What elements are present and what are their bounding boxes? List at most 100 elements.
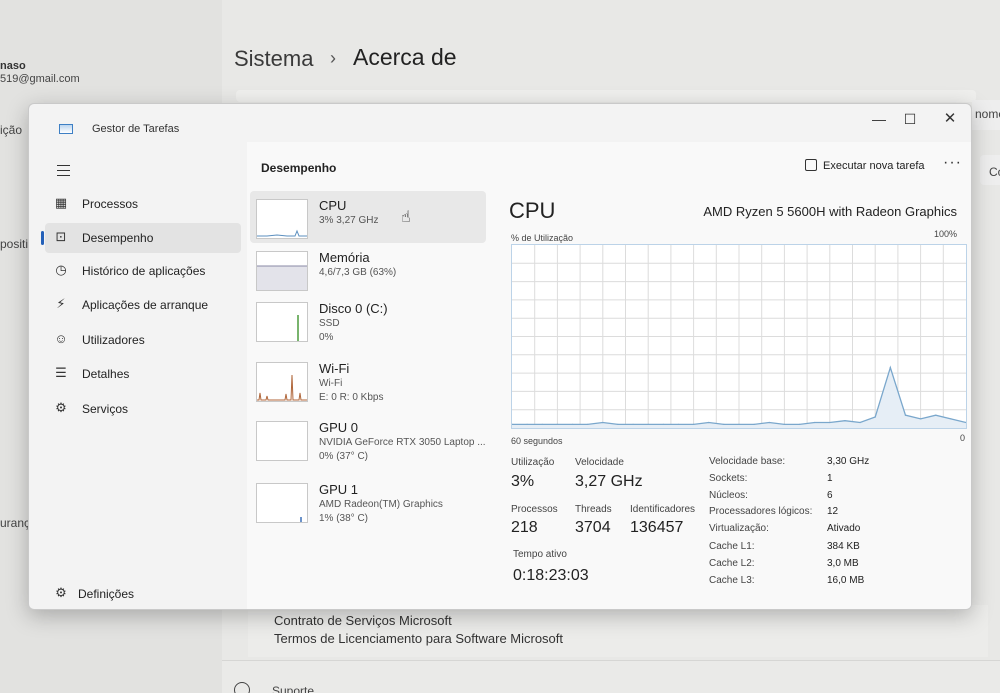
cpu-data-point <box>768 421 770 424</box>
resource-item-memory[interactable]: Memória 4,6/7,3 GB (63%) <box>250 243 486 295</box>
handles-label: Identificadores <box>630 504 696 515</box>
task-manager-app-icon <box>59 124 73 134</box>
resource-item-cpu[interactable]: CPU 3% 3,27 GHz <box>250 191 486 243</box>
utilization-value: 3% <box>511 473 535 490</box>
threads-label: Threads <box>575 504 612 515</box>
cpu-data-point <box>935 414 937 416</box>
resource-name: GPU 0 <box>319 420 359 435</box>
nav-item-users[interactable]: ☺ Utilizadores <box>45 325 241 355</box>
users-icon: ☺ <box>54 331 68 346</box>
nav-item-performance[interactable]: ⊡ Desempenho <box>41 223 241 253</box>
spec-key: Cache L2: <box>709 558 755 569</box>
cpu-utilization-graph <box>511 244 967 429</box>
spec-value: 3,30 GHz <box>827 456 870 467</box>
nav-item-processes[interactable]: ▦ Processos <box>45 189 241 219</box>
nav-item-label: Desempenho <box>82 231 154 245</box>
performance-icon: ⊡ <box>55 229 67 244</box>
cpu-data-point <box>662 423 664 425</box>
spec-value: 384 KB <box>827 541 860 552</box>
run-new-task-button[interactable]: Executar nova tarefa <box>805 156 925 176</box>
nav-item-label: Definições <box>78 587 135 601</box>
nav-item-app-history[interactable]: ◷ Histórico de aplicações <box>45 256 241 286</box>
cpu-data-point <box>677 423 680 425</box>
spec-key: Velocidade base: <box>709 456 786 467</box>
maximize-button[interactable]: ☐ <box>895 108 925 130</box>
sidebar-fragment: uranç <box>0 516 31 530</box>
services-icon: ⚙ <box>55 400 67 415</box>
cpu-data-point <box>632 423 634 425</box>
utilization-label: Utilização <box>511 457 555 468</box>
active-indicator <box>41 231 44 245</box>
resource-detail: E: 0 R: 0 Kbps <box>319 392 384 403</box>
nav-item-label: Histórico de aplicações <box>82 264 206 278</box>
y-min-label: 0 <box>959 433 965 443</box>
support-label: Suporte <box>272 684 315 693</box>
cpu-data-point <box>708 421 710 424</box>
nav-item-label: Aplicações de arranque <box>82 298 209 312</box>
resource-detail: SSD <box>319 318 340 329</box>
resource-detail: 4,6/7,3 GB (63%) <box>319 267 397 278</box>
nav-item-startup-apps[interactable]: ⚡ Aplicações de arranque <box>45 290 241 320</box>
hand-cursor-icon: ☝ <box>401 209 411 226</box>
spec-key: Cache L1: <box>709 541 755 552</box>
resource-detail: AMD Radeon(TM) Graphics <box>319 499 443 510</box>
close-button[interactable]: ✕ <box>935 108 965 130</box>
services-agreement-link[interactable]: Contrato de Serviços Microsoft <box>274 613 452 628</box>
spec-value: 3,0 MB <box>827 558 859 569</box>
hamburger-menu-icon[interactable] <box>57 165 70 176</box>
spec-key: Processadores lógicos: <box>709 506 813 517</box>
cpu-data-point <box>889 367 891 369</box>
navigation-pane: ▦ Processos ⊡ Desempenho ◷ Histórico de … <box>29 142 244 609</box>
speed-value: 3,27 GHz <box>575 473 643 490</box>
nav-item-services[interactable]: ⚙ Serviços <box>45 394 241 424</box>
nav-item-settings[interactable]: ⚙ Definições <box>45 579 241 605</box>
run-task-icon <box>805 159 817 171</box>
breadcrumb-separator: › <box>330 48 336 68</box>
nav-item-details[interactable]: ☰ Detalhes <box>45 359 241 389</box>
resource-item-gpu1[interactable]: GPU 1 AMD Radeon(TM) Graphics 1% (38° C) <box>250 475 486 527</box>
spec-value: 1 <box>827 473 833 484</box>
resource-item-gpu0[interactable]: GPU 0 NVIDIA GeForce RTX 3050 Laptop ...… <box>250 413 486 465</box>
gear-icon: ⚙ <box>55 585 67 600</box>
cpu-data-point <box>844 420 846 422</box>
cpu-data-point <box>783 423 785 425</box>
cpu-data-point <box>571 423 574 425</box>
resource-detail: 1% (38° C) <box>319 513 369 524</box>
cpu-data-point <box>920 418 922 420</box>
minimize-button[interactable]: — <box>864 108 894 130</box>
window-title: Gestor de Tarefas <box>92 123 180 135</box>
resource-detail: NVIDIA GeForce RTX 3050 Laptop ... <box>319 437 486 448</box>
sidebar-fragment: ição <box>0 123 23 137</box>
spec-value: 12 <box>827 506 839 517</box>
cpu-data-point <box>556 423 558 425</box>
cpu-thumbnail <box>256 199 308 239</box>
page-title: Desempenho <box>261 161 337 175</box>
spec-key: Cache L3: <box>709 575 755 586</box>
cpu-data-point <box>950 418 952 420</box>
y-max-label: 100% <box>933 229 957 239</box>
nav-item-label: Utilizadores <box>82 333 145 347</box>
speed-label: Velocidade <box>575 457 624 468</box>
cpu-data-point <box>829 421 831 424</box>
cpu-data-point <box>904 414 907 416</box>
resource-item-disk[interactable]: Disco 0 (C:) SSD 0% <box>250 294 486 346</box>
resource-detail: 0% (37° C) <box>319 451 369 462</box>
nav-item-label: Processos <box>82 197 139 211</box>
resource-item-wifi[interactable]: Wi-Fi Wi-Fi E: 0 R: 0 Kbps <box>250 354 486 406</box>
support-card <box>222 660 1000 693</box>
page-title: Acerca de <box>353 44 457 70</box>
settings-card <box>236 90 976 102</box>
title-bar[interactable]: Gestor de Tarefas — ☐ ✕ <box>29 104 971 142</box>
y-axis-label: % de Utilização <box>511 233 574 243</box>
help-icon <box>234 682 250 693</box>
card-fragment: nome <box>975 107 1000 121</box>
handles-value: 136457 <box>630 519 684 536</box>
breadcrumb-parent[interactable]: Sistema <box>234 46 313 72</box>
uptime-label: Tempo ativo <box>513 549 567 560</box>
resource-name: Disco 0 (C:) <box>319 301 388 316</box>
cpu-data-point <box>693 423 695 425</box>
more-options-button[interactable]: ··· <box>943 154 962 172</box>
task-manager-window: Gestor de Tarefas — ☐ ✕ ▦ Processos ⊡ De… <box>28 103 972 610</box>
license-terms-link[interactable]: Termos de Licenciamento para Software Mi… <box>274 631 563 646</box>
cpu-data-point <box>602 421 604 424</box>
